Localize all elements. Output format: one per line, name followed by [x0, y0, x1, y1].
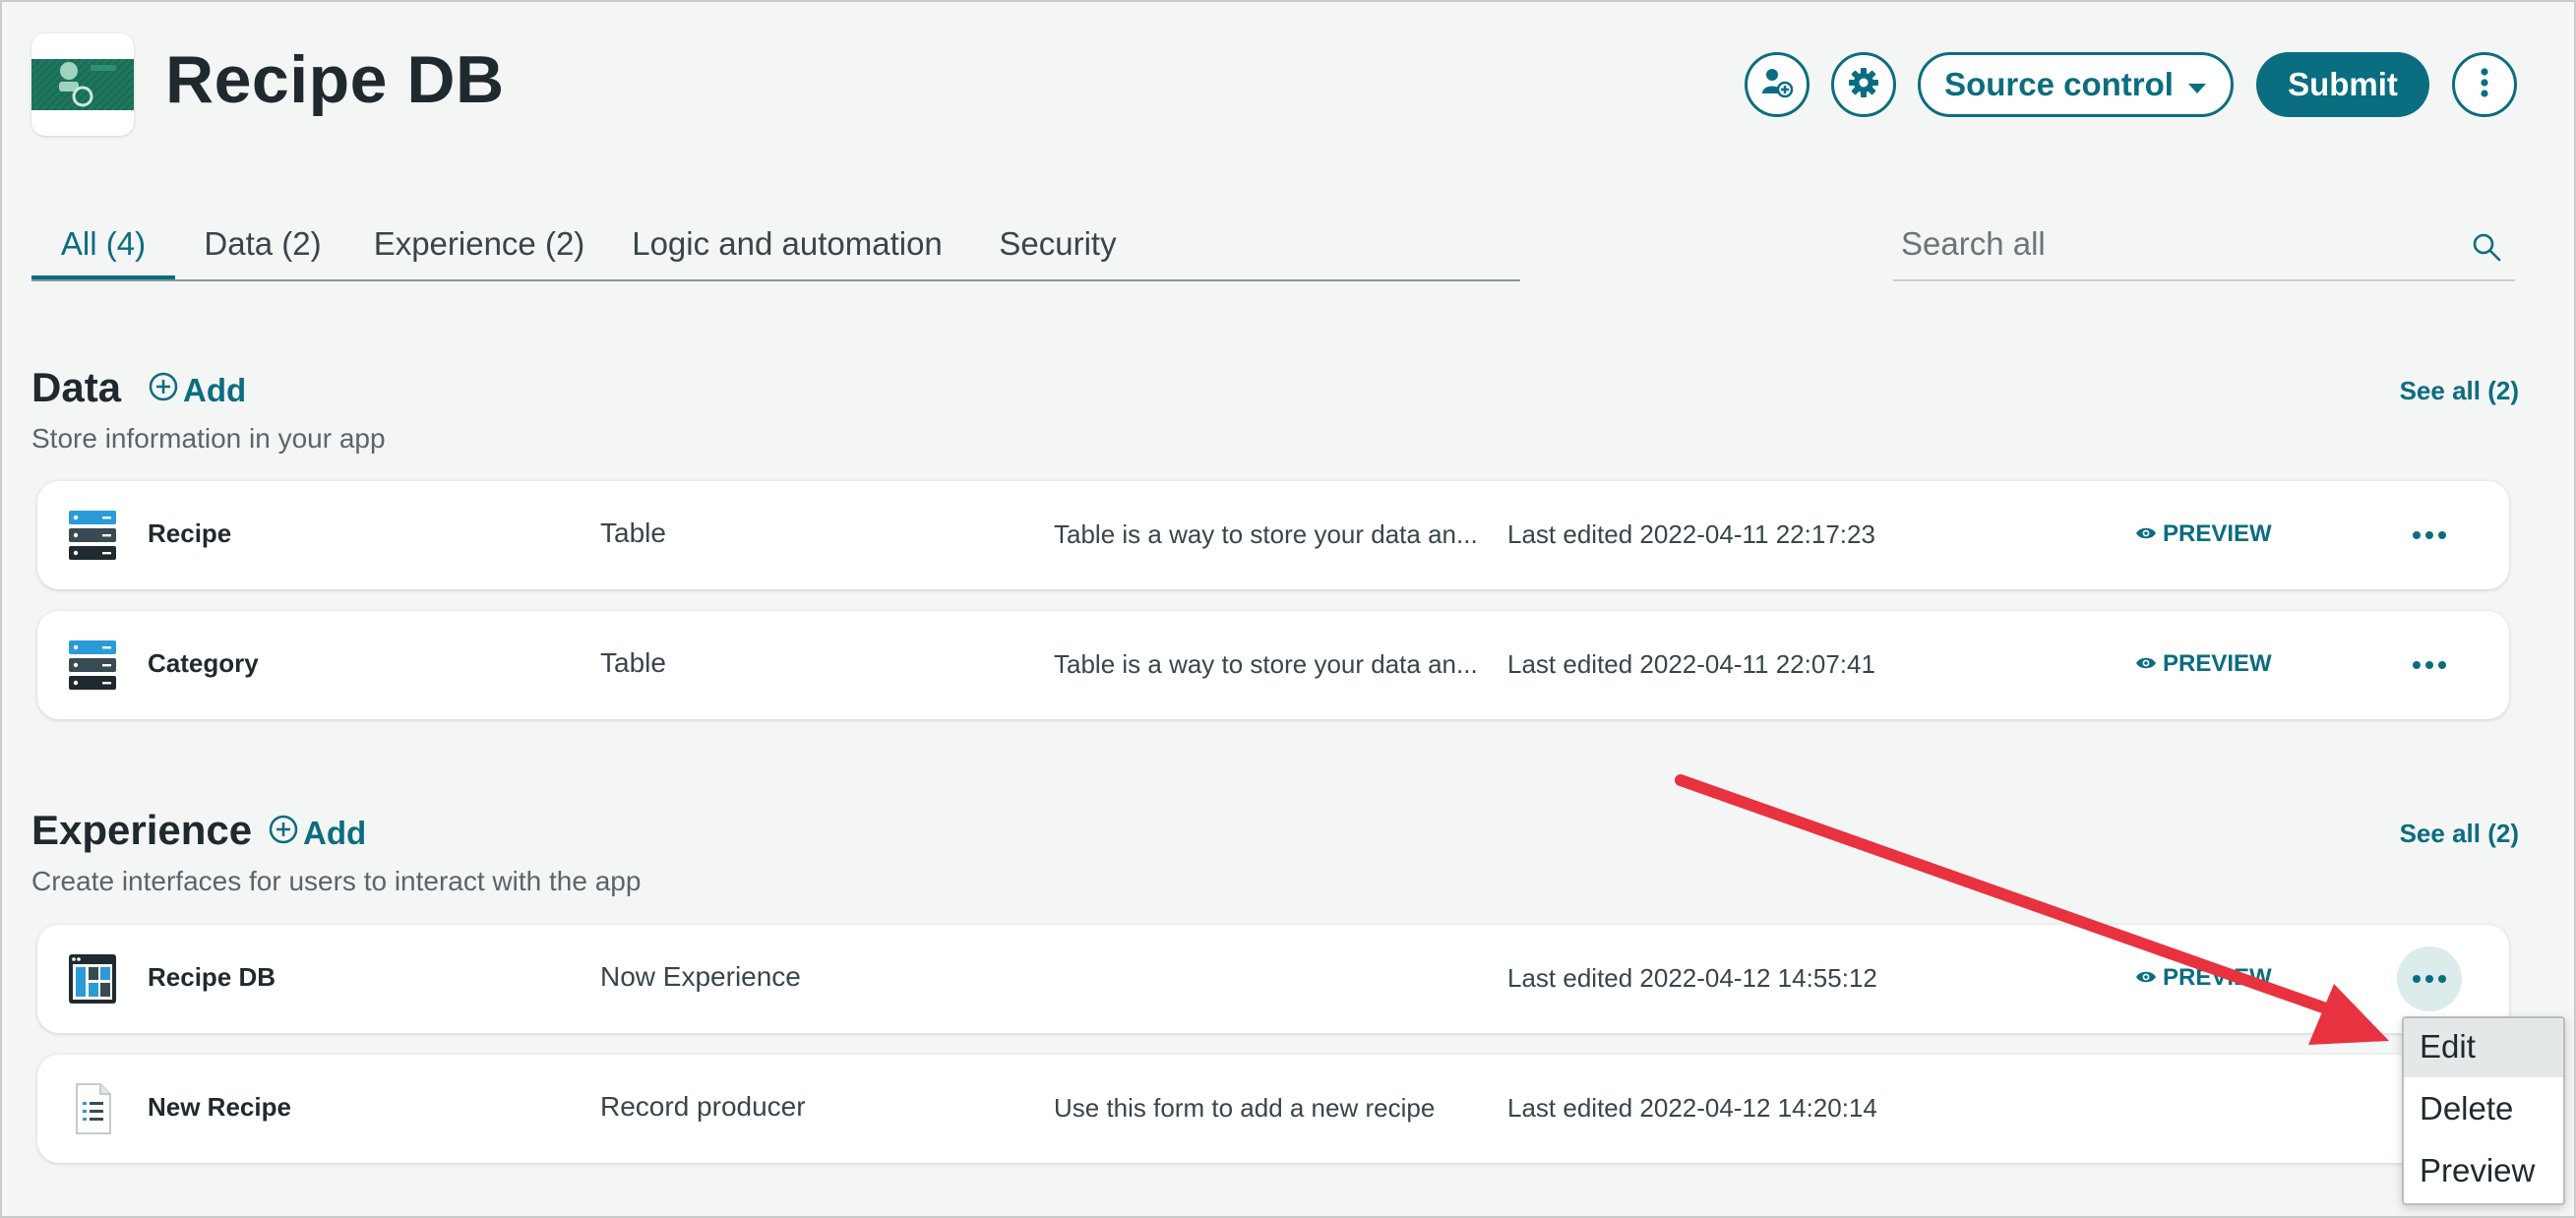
more-horizontal-icon	[2413, 531, 2446, 539]
window-frame	[0, 0, 2576, 1218]
more-horizontal-icon	[2413, 661, 2446, 669]
tab-bar: All (4) Data (2) Experience (2) Logic an…	[31, 216, 1520, 281]
user-add-icon	[1760, 66, 1794, 104]
item-name[interactable]: Recipe	[148, 518, 231, 549]
experience-add-button[interactable]: Add	[268, 814, 366, 853]
table-icon	[67, 509, 118, 562]
tab-all[interactable]: All (4)	[31, 216, 175, 279]
item-name[interactable]: New Recipe	[148, 1092, 291, 1123]
menu-item-preview[interactable]: Preview	[2404, 1142, 2563, 1201]
tab-experience[interactable]: Experience (2)	[350, 216, 608, 281]
source-control-label: Source control	[1944, 66, 2174, 102]
preview-label: PREVIEW	[2163, 964, 2272, 991]
add-label: Add	[303, 815, 367, 851]
item-last-edited: Last edited 2022-04-11 22:17:23	[1507, 519, 1875, 549]
item-type: Record producer	[600, 1091, 806, 1122]
submit-button[interactable]: Submit	[2256, 52, 2429, 117]
preview-link[interactable]: PREVIEW	[2135, 964, 2272, 992]
add-collaborator-button[interactable]	[1745, 52, 1809, 117]
search-input[interactable]: Search all	[1901, 225, 2046, 263]
item-description: Table is a way to store your data an...	[1054, 649, 1478, 679]
form-icon	[67, 1082, 118, 1135]
data-add-button[interactable]: Add	[148, 371, 246, 410]
experience-see-all-link[interactable]: See all (2)	[2400, 819, 2519, 849]
tab-data[interactable]: Data (2)	[175, 216, 350, 281]
caret-down-icon	[2187, 66, 2207, 103]
menu-item-edit[interactable]: Edit	[2404, 1018, 2563, 1077]
data-see-all-link[interactable]: See all (2)	[2400, 376, 2519, 406]
app-logo	[31, 33, 134, 136]
item-type: Table	[600, 647, 666, 678]
item-last-edited: Last edited 2022-04-11 22:07:41	[1507, 649, 1875, 679]
list-item[interactable]: Category Table Table is a way to store y…	[37, 611, 2509, 719]
eye-icon	[2135, 650, 2157, 678]
row-context-menu: Edit Delete Preview	[2402, 1016, 2565, 1205]
search-icon[interactable]	[2470, 230, 2503, 269]
tab-security[interactable]: Security	[966, 216, 1149, 281]
table-icon	[67, 639, 118, 692]
search-field[interactable]: Search all	[1893, 216, 2515, 281]
data-section-description: Store information in your app	[31, 423, 386, 454]
item-name[interactable]: Recipe DB	[148, 962, 276, 993]
menu-item-delete[interactable]: Delete	[2404, 1080, 2563, 1139]
eye-icon	[2135, 964, 2157, 992]
list-item[interactable]: New Recipe Record producer Use this form…	[37, 1055, 2509, 1163]
preview-label: PREVIEW	[2163, 650, 2272, 677]
preview-link[interactable]: PREVIEW	[2135, 650, 2272, 678]
item-type: Table	[600, 518, 666, 548]
more-options-button[interactable]	[2452, 52, 2517, 117]
item-last-edited: Last edited 2022-04-12 14:20:14	[1507, 1093, 1877, 1123]
item-description: Use this form to add a new recipe	[1054, 1093, 1436, 1123]
row-more-button[interactable]	[2397, 633, 2462, 698]
experience-section-description: Create interfaces for users to interact …	[31, 866, 642, 896]
eye-icon	[2135, 520, 2157, 548]
list-item[interactable]: Recipe DB Now Experience Last edited 202…	[37, 925, 2509, 1033]
list-item[interactable]: Recipe Table Table is a way to store you…	[37, 481, 2509, 589]
plus-circle-icon	[148, 371, 179, 410]
item-last-edited: Last edited 2022-04-12 14:55:12	[1507, 963, 1877, 993]
item-description: Table is a way to store your data an...	[1054, 519, 1478, 549]
app-title: Recipe DB	[165, 42, 505, 117]
experience-icon	[67, 952, 118, 1005]
row-more-button[interactable]	[2397, 503, 2462, 568]
item-name[interactable]: Category	[148, 648, 259, 679]
vertical-dots-icon	[2480, 67, 2489, 103]
source-control-button[interactable]: Source control	[1918, 52, 2234, 117]
settings-button[interactable]	[1831, 52, 1896, 117]
item-type: Now Experience	[600, 961, 801, 992]
plus-circle-icon	[268, 814, 299, 853]
row-more-button[interactable]	[2397, 946, 2462, 1011]
preview-label: PREVIEW	[2163, 520, 2272, 547]
tab-logic-and-automation[interactable]: Logic and automation	[608, 216, 966, 281]
experience-section-title: Experience	[31, 807, 253, 853]
add-label: Add	[183, 372, 247, 408]
gear-icon	[1847, 66, 1880, 104]
more-horizontal-icon	[2413, 975, 2446, 983]
preview-link[interactable]: PREVIEW	[2135, 520, 2272, 548]
data-section-title: Data	[31, 364, 122, 410]
